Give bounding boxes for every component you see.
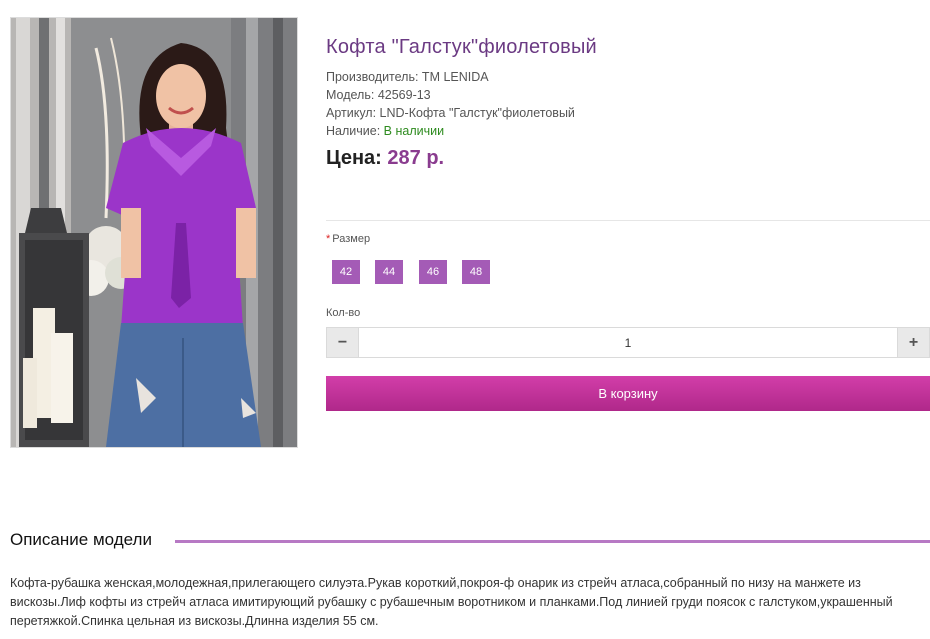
availability-value: В наличии bbox=[383, 124, 445, 138]
description-text: Кофта-рубашка женская,молодежная,прилега… bbox=[10, 576, 893, 628]
product-meta: Производитель: TM LENIDA Модель: 42569-1… bbox=[326, 68, 575, 140]
product-image bbox=[11, 18, 297, 447]
product-photo[interactable] bbox=[10, 17, 298, 448]
description-title: Описание модели bbox=[10, 530, 152, 549]
size-option-46[interactable]: 46 bbox=[419, 260, 447, 284]
size-option-44[interactable]: 44 bbox=[375, 260, 403, 284]
description-divider bbox=[175, 540, 930, 543]
product-title: Кофта "Галстук"фиолетовый bbox=[326, 36, 597, 58]
availability: Наличие: В наличии bbox=[326, 122, 575, 140]
quantity-increase-button[interactable]: + bbox=[897, 328, 929, 357]
price-label: Цена: bbox=[326, 147, 388, 169]
size-option-48[interactable]: 48 bbox=[462, 260, 490, 284]
quantity-label: Кол-во bbox=[326, 307, 361, 319]
price-value: 287 р. bbox=[387, 147, 445, 169]
model: Модель: 42569-13 bbox=[326, 88, 431, 102]
size-option-42[interactable]: 42 bbox=[332, 260, 360, 284]
manufacturer: Производитель: TM LENIDA bbox=[326, 70, 489, 84]
product-page: Кофта "Галстук"фиолетовый Производитель:… bbox=[0, 0, 930, 639]
required-mark: * bbox=[326, 233, 331, 245]
description-header: Описание модели bbox=[10, 530, 930, 552]
size-label: * Размер bbox=[326, 233, 370, 245]
article: Артикул: LND-Кофта "Галстук"фиолетовый bbox=[326, 106, 575, 120]
size-label-text: Размер bbox=[332, 233, 371, 245]
availability-label: Наличие: bbox=[326, 124, 384, 138]
quantity-input[interactable]: 1 bbox=[359, 328, 897, 357]
quantity-decrease-button[interactable]: − bbox=[327, 328, 359, 357]
add-to-cart-button[interactable]: В корзину bbox=[326, 376, 930, 411]
divider bbox=[326, 220, 930, 221]
price: Цена: 287 р. bbox=[326, 147, 444, 170]
quantity-stepper: − 1 + bbox=[326, 327, 930, 358]
